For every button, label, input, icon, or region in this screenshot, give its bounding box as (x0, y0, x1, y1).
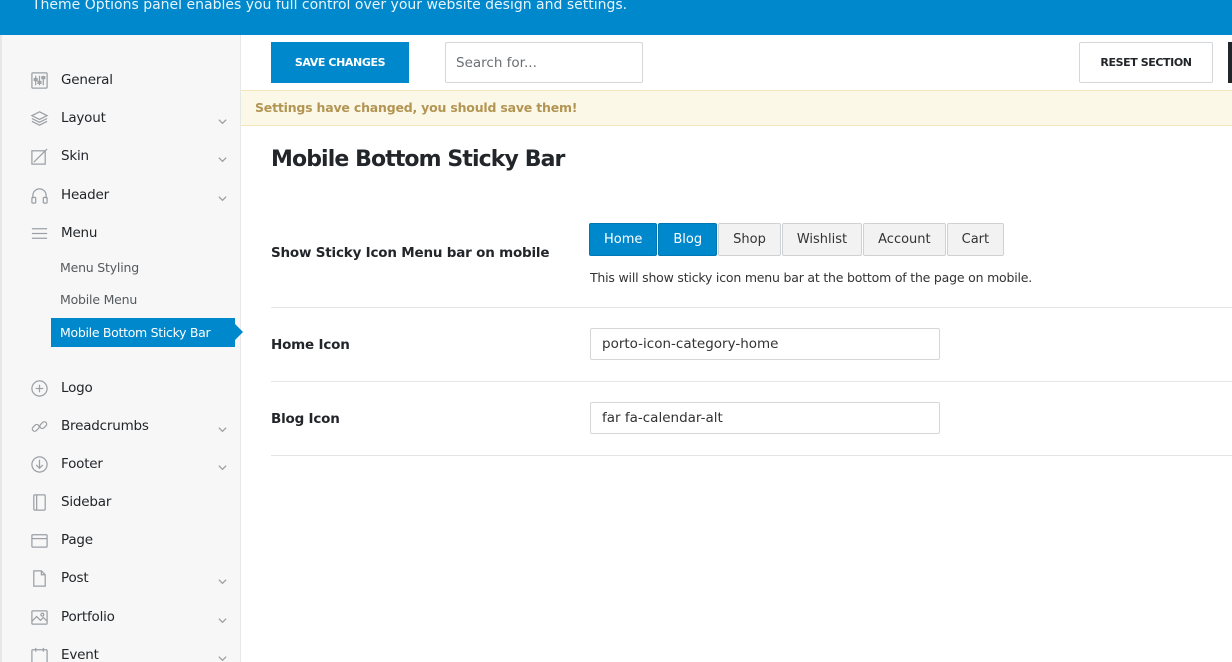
chevron-down-icon (217, 611, 229, 624)
sidebar-item-logo[interactable]: Logo (29, 373, 239, 403)
sidebar-item-label: Post (61, 570, 89, 586)
sidebar-item-header[interactable]: Header (29, 180, 239, 210)
sidebar-item-event[interactable]: Event (29, 640, 239, 662)
option-home-button[interactable]: Home (589, 223, 658, 256)
chevron-down-icon (217, 150, 229, 163)
sidebar-item-menu[interactable]: Menu (29, 218, 239, 248)
sidebar-item-label: Event (61, 647, 99, 662)
sidebar-item-post[interactable]: Post (29, 563, 239, 593)
chevron-down-icon (217, 420, 229, 433)
banner-text: Theme Options panel enables you full con… (32, 0, 628, 13)
sidebar-item-label: Footer (61, 456, 103, 472)
sidebar-item-footer[interactable]: Footer (29, 449, 239, 479)
sidebar-item-layout[interactable]: Layout (29, 103, 239, 133)
link-icon (29, 416, 49, 436)
chevron-down-icon (217, 189, 229, 202)
blog-icon-field[interactable] (590, 402, 940, 434)
layers-icon (29, 108, 49, 128)
toolbar-edge-button[interactable] (1228, 42, 1232, 83)
sidebar-item-label: Page (61, 532, 93, 548)
sidebar-subitem-menu-styling[interactable]: Menu Styling (60, 260, 139, 275)
chevron-down-icon (217, 458, 229, 471)
headphones-icon (29, 185, 49, 205)
toolbar: SAVE CHANGES RESET SECTION (241, 35, 1232, 90)
home-icon-field[interactable] (590, 328, 940, 360)
sidebar-item-skin[interactable]: Skin (29, 141, 239, 171)
image-icon (29, 607, 49, 627)
sidebar-item-breadcrumbs[interactable]: Breadcrumbs (29, 411, 239, 441)
paint-icon (29, 146, 49, 166)
sidebar-item-general[interactable]: General (29, 65, 239, 95)
sidebar-item-label: Skin (61, 148, 89, 164)
save-changes-button[interactable]: SAVE CHANGES (271, 42, 409, 83)
unsaved-notice: Settings have changed, you should save t… (241, 90, 1232, 126)
sidebar-item-page[interactable]: Page (29, 525, 239, 555)
option-cart-button[interactable]: Cart (946, 223, 1005, 256)
sidebar-item-label: Portfolio (61, 609, 115, 625)
search-input[interactable] (445, 42, 643, 83)
top-banner: Theme Options panel enables you full con… (0, 0, 1232, 35)
sidebar-subitem-mobile-menu[interactable]: Mobile Menu (60, 292, 137, 307)
chevron-down-icon (217, 572, 229, 585)
sliders-icon (29, 70, 49, 90)
home-icon-label: Home Icon (271, 337, 350, 353)
row-divider (271, 381, 1232, 382)
window-icon (29, 530, 49, 550)
row-divider (271, 307, 1232, 308)
page-title: Mobile Bottom Sticky Bar (271, 147, 565, 172)
arrow-down-circle-icon (29, 454, 49, 474)
sidebar-item-label: Logo (61, 380, 93, 396)
option-account-button[interactable]: Account (863, 223, 946, 256)
notebook-icon (29, 492, 49, 512)
sidebar-item-label: Header (61, 187, 109, 203)
sidebar-item-portfolio[interactable]: Portfolio (29, 602, 239, 632)
reset-section-button[interactable]: RESET SECTION (1079, 42, 1213, 83)
chevron-down-icon (217, 112, 229, 125)
option-wishlist-button[interactable]: Wishlist (781, 223, 863, 256)
sidebar-item-label: Breadcrumbs (61, 418, 149, 434)
hamburger-icon (29, 223, 49, 243)
sticky-bar-label: Show Sticky Icon Menu bar on mobile (271, 245, 550, 261)
sidebar-item-label: Layout (61, 110, 106, 126)
sidebar-item-sidebar[interactable]: Sidebar (29, 487, 239, 517)
sticky-bar-description: This will show sticky icon menu bar at t… (590, 270, 1033, 285)
calendar-icon (29, 645, 49, 662)
row-divider (271, 455, 1232, 456)
sidebar-subitem-mobile-bottom-sticky-bar[interactable]: Mobile Bottom Sticky Bar (51, 318, 243, 347)
option-blog-button[interactable]: Blog (658, 223, 718, 256)
sticky-options-group: Home Blog Shop Wishlist Account Cart (589, 223, 1005, 256)
document-icon (29, 568, 49, 588)
plus-circle-icon (29, 378, 49, 398)
sidebar-item-label: General (61, 72, 113, 88)
sidebar-item-label: Sidebar (61, 494, 112, 510)
blog-icon-label: Blog Icon (271, 411, 340, 427)
sidebar-item-label: Menu (61, 225, 98, 241)
option-shop-button[interactable]: Shop (718, 223, 781, 256)
sidebar: General Layout Skin Header Menu Menu Sty… (0, 35, 243, 662)
chevron-down-icon (217, 649, 229, 662)
